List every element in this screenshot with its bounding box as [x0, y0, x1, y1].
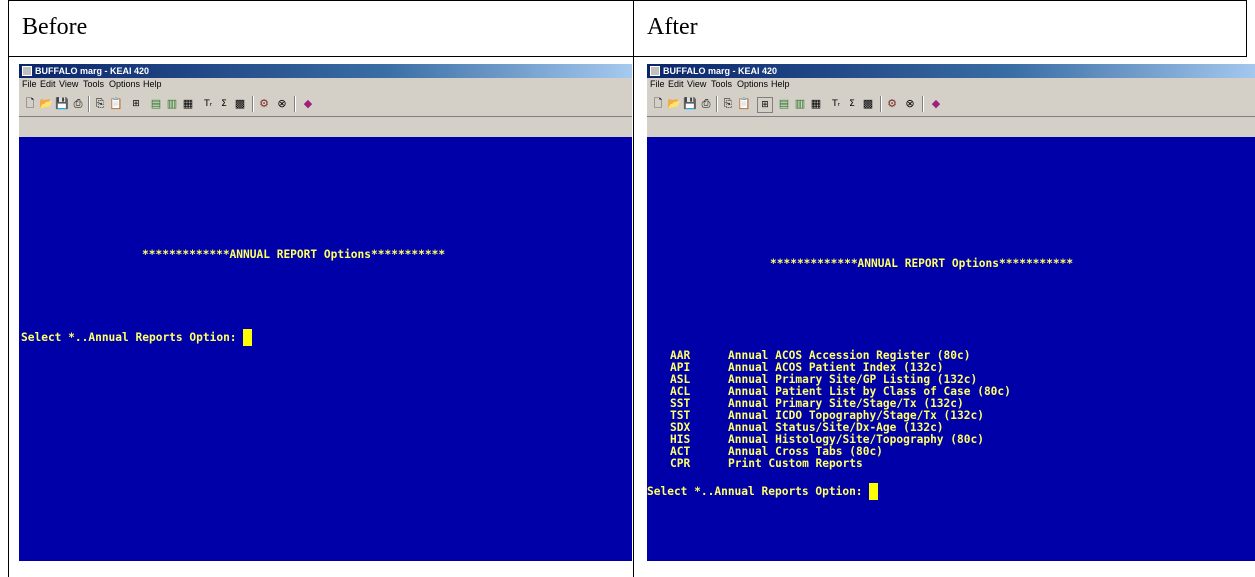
print-icon[interactable]: ⎙ — [699, 97, 713, 111]
macro-icon[interactable]: ⚙ — [885, 97, 899, 111]
settings-icon[interactable]: ▩ — [233, 97, 247, 111]
prompt-text: Select *..Annual Reports Option: — [21, 331, 244, 344]
menu-options[interactable]: Options — [737, 79, 768, 89]
table-border-left — [8, 0, 9, 577]
menu-edit[interactable]: Edit — [668, 79, 684, 89]
app-icon — [650, 66, 660, 76]
font-icon[interactable]: Tᵣ — [829, 97, 843, 111]
transfer-icon[interactable]: ▦ — [809, 97, 823, 111]
open-folder-icon[interactable]: 📂 — [667, 97, 681, 111]
send-icon[interactable]: ▤ — [149, 97, 163, 111]
open-folder-icon[interactable]: 📂 — [39, 97, 53, 111]
option-prompt[interactable]: Select *..Annual Reports Option: — [647, 483, 879, 500]
window-titlebar: BUFFALO marg - KEAI 420 — [647, 64, 1255, 78]
after-window: BUFFALO marg - KEAI 420 File Edit View T… — [647, 64, 1255, 561]
help-book-icon[interactable]: ◆ — [301, 97, 315, 111]
stop-icon[interactable]: ⊗ — [275, 97, 289, 111]
toolbar-separator — [88, 96, 90, 112]
toolbar: 🗋 📂 💾 ⎙ ⎘ 📋 ⊞ ▤ ▥ ▦ Tᵣ Σ ▩ ⚙ ⊗ ◆ — [19, 92, 632, 117]
color-icon[interactable]: Σ — [845, 97, 859, 111]
save-icon[interactable]: 💾 — [683, 97, 697, 111]
menu-view[interactable]: View — [59, 79, 78, 89]
table-border-right — [1246, 0, 1247, 56]
table-border-header-divider — [8, 56, 1247, 57]
table-border-top — [8, 0, 1247, 1]
menu-bar: File Edit View Tools Options Help — [647, 78, 1255, 92]
option-list: AAR Annual ACOS Accession Register (80c) … — [647, 137, 1011, 470]
toolbar-separator — [252, 96, 254, 112]
menu-help[interactable]: Help — [143, 79, 162, 89]
stop-icon[interactable]: ⊗ — [903, 97, 917, 111]
toolbar-separator — [922, 96, 924, 112]
hotspot-icon[interactable]: ⊞ — [129, 97, 143, 111]
menu-file[interactable]: File — [22, 79, 37, 89]
text-cursor — [869, 483, 879, 500]
toolbar-separator — [880, 96, 882, 112]
after-header: After — [647, 14, 698, 40]
print-icon[interactable]: ⎙ — [71, 97, 85, 111]
paste-icon[interactable]: 📋 — [737, 97, 751, 111]
new-file-icon[interactable]: 🗋 — [651, 97, 665, 111]
screen-heading: *************ANNUAL REPORT Options******… — [142, 248, 446, 261]
menu-options[interactable]: Options — [109, 79, 140, 89]
send-icon[interactable]: ▤ — [777, 97, 791, 111]
transfer-icon[interactable]: ▦ — [181, 97, 195, 111]
option-description: Print Custom Reports — [728, 457, 863, 470]
app-icon — [22, 66, 32, 76]
option-prompt[interactable]: Select *..Annual Reports Option: — [21, 329, 253, 346]
window-title: BUFFALO marg - KEAI 420 — [35, 66, 150, 76]
comparison-table: Before After BUFFALO marg - KEAI 420 Fil… — [0, 0, 1255, 577]
screen-heading: *************ANNUAL REPORT Options******… — [770, 257, 1074, 270]
save-icon[interactable]: 💾 — [55, 97, 69, 111]
color-icon[interactable]: Σ — [217, 97, 231, 111]
text-cursor — [243, 329, 253, 346]
table-border-middle — [633, 0, 634, 577]
toolbar-separator — [716, 96, 718, 112]
terminal-screen[interactable]: *************ANNUAL REPORT Options******… — [647, 137, 1255, 561]
menu-tools[interactable]: Tools — [711, 79, 732, 89]
menu-file[interactable]: File — [650, 79, 665, 89]
receive-icon[interactable]: ▥ — [793, 97, 807, 111]
toolbar: 🗋 📂 💾 ⎙ ⎘ 📋 ⊞ ▤ ▥ ▦ Tᵣ Σ ▩ ⚙ ⊗ ◆ — [647, 92, 1255, 117]
menu-bar: File Edit View Tools Options Help — [19, 78, 632, 92]
before-window: BUFFALO marg - KEAI 420 File Edit View T… — [19, 64, 632, 561]
menu-tools[interactable]: Tools — [83, 79, 104, 89]
copy-icon[interactable]: ⎘ — [93, 97, 107, 111]
macro-icon[interactable]: ⚙ — [257, 97, 271, 111]
prompt-text: Select *..Annual Reports Option: — [647, 485, 870, 498]
terminal-screen[interactable]: *************ANNUAL REPORT Options******… — [19, 137, 632, 561]
window-title: BUFFALO marg - KEAI 420 — [663, 66, 778, 76]
settings-icon[interactable]: ▩ — [861, 97, 875, 111]
copy-icon[interactable]: ⎘ — [721, 97, 735, 111]
toolbar-separator — [294, 96, 296, 112]
receive-icon[interactable]: ▥ — [165, 97, 179, 111]
menu-help[interactable]: Help — [771, 79, 790, 89]
paste-icon[interactable]: 📋 — [109, 97, 123, 111]
before-header: Before — [22, 14, 88, 40]
option-code: CPR — [670, 457, 691, 470]
font-icon[interactable]: Tᵣ — [201, 97, 215, 111]
hotspot-icon[interactable]: ⊞ — [757, 97, 773, 113]
menu-edit[interactable]: Edit — [40, 79, 56, 89]
new-file-icon[interactable]: 🗋 — [23, 97, 37, 111]
window-titlebar: BUFFALO marg - KEAI 420 — [19, 64, 632, 78]
help-book-icon[interactable]: ◆ — [929, 97, 943, 111]
menu-view[interactable]: View — [687, 79, 706, 89]
